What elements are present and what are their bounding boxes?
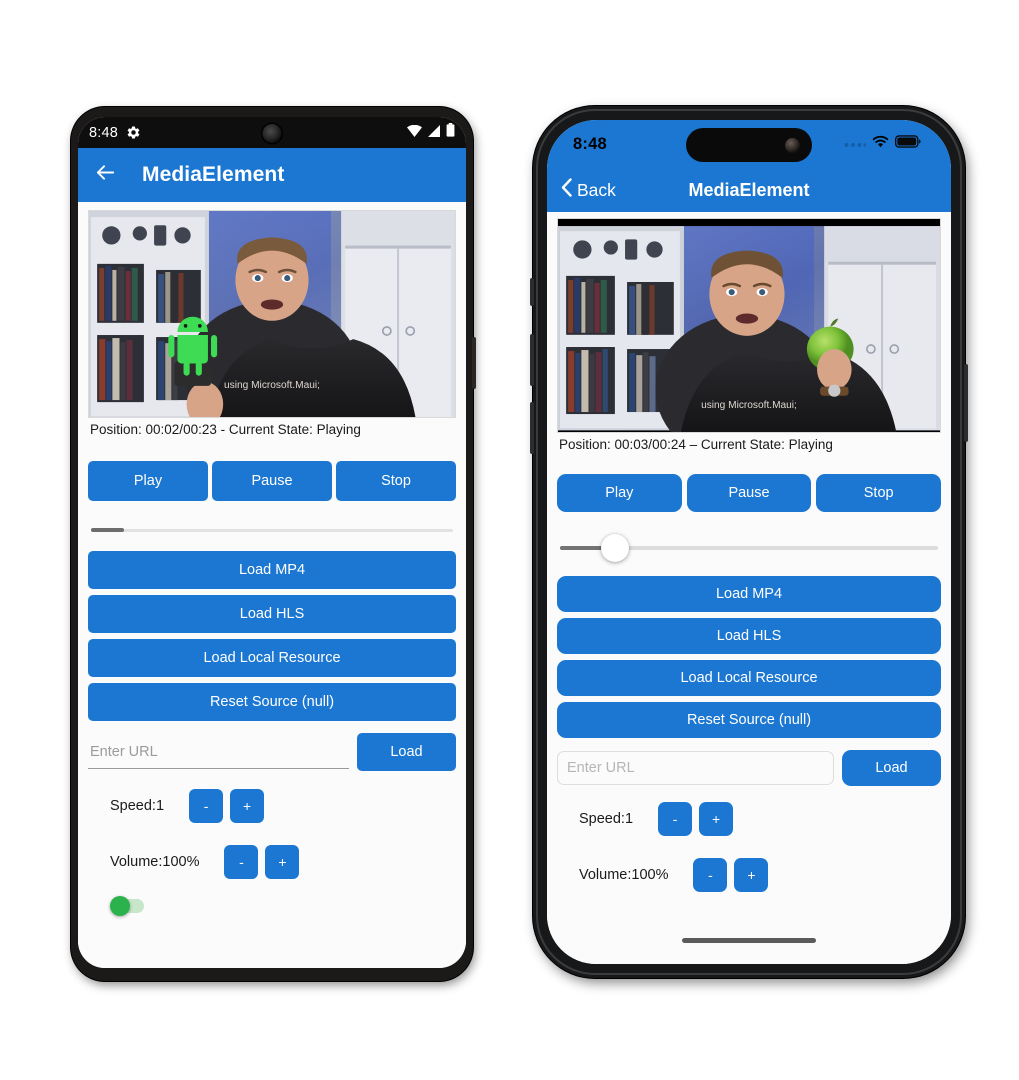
speed-label: Speed:1 [579, 811, 634, 827]
ios-content: using Microsoft.Maui; Position: 00:03/00… [547, 212, 951, 932]
url-row-ios: Load [557, 750, 941, 786]
load-local-resource-button[interactable]: Load Local Resource [88, 639, 456, 677]
media-element-video-ios[interactable]: using Microsoft.Maui; [557, 218, 941, 433]
android-status-time: 8:48 [89, 124, 119, 141]
speed-stepper: - + [189, 789, 265, 823]
position-status-text-android: Position: 00:02/00:23 - Current State: P… [90, 422, 361, 437]
url-input[interactable] [557, 751, 834, 785]
ios-navigation-bar: Back MediaElement [547, 168, 951, 212]
load-mp4-button[interactable]: Load MP4 [557, 576, 941, 612]
play-button[interactable]: Play [557, 474, 682, 512]
video-frame-image: using Microsoft.Maui; [558, 219, 940, 432]
speed-control-ios: Speed:1 - + [557, 802, 941, 836]
media-progress-slider-ios[interactable] [557, 534, 941, 562]
media-progress-slider-android[interactable] [88, 523, 456, 537]
slider-fill [91, 528, 125, 532]
reset-source-button[interactable]: Reset Source (null) [88, 683, 456, 721]
android-screen: 8:48 MediaElement using Microsoft.Maui; … [78, 117, 466, 968]
speed-decrease-button[interactable]: - [658, 802, 693, 836]
volume-increase-button[interactable]: + [734, 858, 769, 892]
reset-source-button[interactable]: Reset Source (null) [557, 702, 941, 738]
ios-dynamic-island [686, 128, 812, 162]
ios-volume-down-button[interactable] [530, 402, 534, 454]
android-content: using Microsoft.Maui; Position: 00:02/00… [78, 202, 466, 968]
position-status-text-ios: Position: 00:03/00:24 – Current State: P… [559, 437, 833, 452]
pause-button[interactable]: Pause [686, 474, 812, 512]
ios-home-indicator-area [547, 932, 951, 964]
load-local-resource-button[interactable]: Load Local Resource [557, 660, 941, 696]
slider-thumb[interactable] [600, 534, 629, 562]
ios-status-bar: 8:48 [547, 120, 951, 168]
battery-icon [446, 123, 455, 142]
speed-increase-button[interactable]: + [699, 802, 734, 836]
gear-icon [126, 125, 141, 140]
svg-text:using Microsoft.Maui;: using Microsoft.Maui; [224, 380, 320, 391]
speed-increase-button[interactable]: + [230, 789, 265, 823]
volume-decrease-button[interactable]: - [693, 858, 728, 892]
ios-mute-switch[interactable] [530, 278, 534, 306]
back-button[interactable]: Back [561, 178, 616, 202]
android-status-bar: 8:48 [78, 117, 466, 148]
page-title: MediaElement [142, 163, 285, 186]
front-camera-icon [785, 137, 800, 153]
ios-status-time: 8:48 [573, 134, 607, 153]
load-mp4-button[interactable]: Load MP4 [88, 551, 456, 589]
volume-stepper: - + [224, 845, 300, 879]
speed-control-android: Speed:1 - + [88, 789, 456, 823]
arrow-back-icon[interactable] [94, 161, 117, 189]
ios-screen: 8:48 Back MediaElement using Microsoft.M… [547, 120, 951, 964]
option-switch[interactable] [110, 896, 144, 916]
volume-decrease-button[interactable]: - [224, 845, 259, 879]
speed-stepper: - + [658, 802, 734, 836]
speed-decrease-button[interactable]: - [189, 789, 224, 823]
android-status-icons [407, 123, 455, 142]
pause-button[interactable]: Pause [212, 461, 332, 501]
url-row-android: Load [88, 733, 456, 771]
android-camera-punch-hole [262, 124, 282, 143]
back-button-label: Back [577, 179, 616, 200]
load-hls-button[interactable]: Load HLS [557, 618, 941, 654]
volume-control-ios: Volume:100% - + [557, 858, 941, 892]
chevron-left-icon [561, 178, 572, 202]
wifi-icon [872, 135, 889, 153]
cellular-signal-icon [427, 124, 441, 142]
signal-dots-icon [844, 135, 867, 153]
load-url-button[interactable]: Load [842, 750, 941, 786]
slider-track [91, 529, 453, 532]
stop-button[interactable]: Stop [336, 461, 456, 501]
play-button[interactable]: Play [88, 461, 208, 501]
transport-controls-android: Play Pause Stop [88, 461, 456, 501]
volume-label: Volume:100% [110, 854, 200, 870]
android-app-bar: MediaElement [78, 148, 466, 202]
ios-power-button[interactable] [964, 364, 968, 442]
video-frame-image: using Microsoft.Maui; [89, 211, 455, 417]
url-input[interactable] [88, 735, 349, 769]
volume-stepper: - + [693, 858, 769, 892]
source-buttons-ios: Load MP4 Load HLS Load Local Resource Re… [557, 576, 941, 738]
ios-device-frame: 8:48 Back MediaElement using Microsoft.M… [530, 106, 968, 978]
volume-increase-button[interactable]: + [265, 845, 300, 879]
battery-icon [894, 135, 921, 153]
transport-controls-ios: Play Pause Stop [557, 474, 942, 512]
stop-button[interactable]: Stop [816, 474, 942, 512]
svg-text:using Microsoft.Maui;: using Microsoft.Maui; [701, 400, 797, 411]
load-hls-button[interactable]: Load HLS [88, 595, 456, 633]
ios-status-icons [844, 135, 921, 153]
android-device-frame: 8:48 MediaElement using Microsoft.Maui; … [71, 107, 476, 981]
ios-volume-up-button[interactable] [530, 334, 534, 386]
speed-label: Speed:1 [110, 798, 165, 814]
load-url-button[interactable]: Load [357, 733, 456, 771]
volume-label: Volume:100% [579, 867, 669, 883]
ios-home-indicator[interactable] [682, 938, 816, 943]
volume-control-android: Volume:100% - + [88, 845, 456, 879]
source-buttons-android: Load MP4 Load HLS Load Local Resource Re… [88, 551, 456, 721]
wifi-icon [407, 124, 422, 142]
media-element-video-android[interactable]: using Microsoft.Maui; [88, 210, 456, 418]
option-toggle-row-android [88, 896, 456, 916]
screenshot-root: 8:48 MediaElement using Microsoft.Maui; … [0, 0, 1019, 1080]
